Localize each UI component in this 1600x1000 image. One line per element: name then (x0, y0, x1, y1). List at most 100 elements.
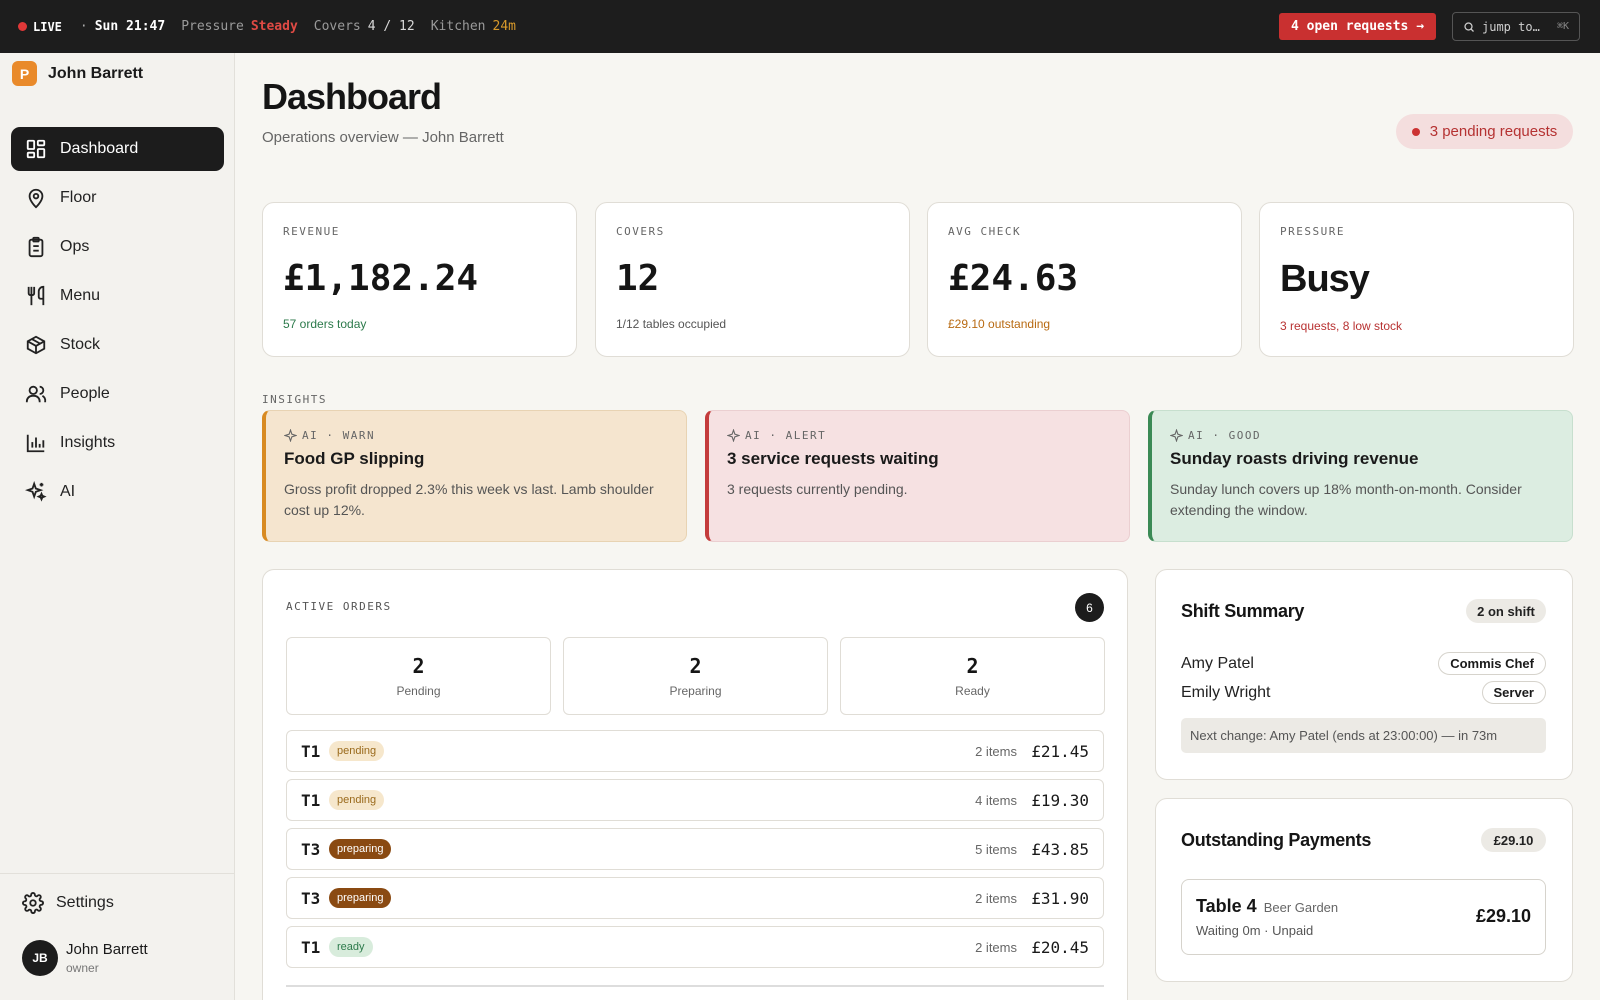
staff-name: Emily Wright (1181, 683, 1271, 701)
sidebar-item-label: People (60, 385, 110, 402)
order-total: £19.30 (1031, 790, 1089, 810)
insight-title: Food GP slipping (284, 449, 425, 468)
stat-preparing[interactable]: 2 Preparing (563, 637, 828, 715)
payments-total-badge: £29.10 (1481, 828, 1546, 852)
live-indicator: LIVE (18, 20, 62, 34)
user-profile[interactable]: JB John Barrett owner (22, 940, 148, 976)
kitchen-time: 24m (492, 19, 516, 34)
sidebar-item-ai[interactable]: AI (11, 470, 224, 514)
order-row[interactable]: T1 ready 2 items £20.45 (286, 926, 1104, 968)
stat-pending[interactable]: 2 Pending (286, 637, 551, 715)
payment-area: Beer Garden (1263, 900, 1339, 915)
status-badge: pending (329, 741, 385, 761)
box-icon (26, 335, 46, 355)
stat-label: Pending (396, 684, 441, 698)
insight-body: Sunday lunch covers up 18% month-on-mont… (1170, 481, 1522, 518)
sparkle-icon (727, 429, 740, 442)
brand[interactable]: P John Barrett (12, 61, 143, 86)
insight-card-alert[interactable]: AI · ALERT 3 service requests waiting 3 … (705, 410, 1130, 542)
kpi-value: Busy (1280, 258, 1370, 300)
settings-link[interactable]: Settings (22, 892, 114, 914)
stat-number: 2 (412, 654, 425, 678)
sidebar-item-stock[interactable]: Stock (11, 323, 224, 367)
insights-heading: INSIGHTS (262, 393, 327, 406)
order-items: 2 items (975, 743, 1017, 759)
insight-card-good[interactable]: AI · GOOD Sunday roasts driving revenue … (1148, 410, 1573, 542)
kpi-value: £1,182.24 (283, 258, 479, 299)
status-badge: preparing (329, 839, 392, 859)
sidebar-item-label: Floor (60, 189, 97, 206)
sparkles-icon (25, 481, 47, 502)
sidebar-item-ops[interactable]: Ops (11, 225, 224, 269)
sidebar-item-label: Ops (60, 238, 90, 255)
clipboard-icon (28, 236, 44, 258)
utensils-icon (27, 285, 45, 306)
order-items: 2 items (975, 939, 1017, 955)
stat-number: 2 (689, 654, 702, 678)
kpi-subtext: 3 requests, 8 low stock (1280, 319, 1403, 333)
order-total: £31.90 (1031, 888, 1089, 908)
sidebar-item-people[interactable]: People (11, 372, 224, 416)
status-badge: ready (329, 937, 373, 957)
order-items: 2 items (975, 890, 1017, 906)
payment-item[interactable]: Table 4 Beer Garden Waiting 0m · Unpaid £… (1181, 879, 1546, 955)
jump-to-search[interactable]: jump to… ⌘K (1452, 12, 1580, 41)
stat-label: Preparing (669, 684, 722, 698)
order-table: T3 (301, 888, 321, 908)
order-table: T1 (301, 741, 321, 761)
sidebar: P John Barrett Dashboard Floor Ops Menu … (0, 53, 235, 1000)
stat-ready[interactable]: 2 Ready (840, 637, 1105, 715)
sidebar-item-label: Insights (60, 434, 116, 451)
insight-tag: AI · ALERT (727, 429, 1111, 442)
order-row[interactable]: T1 pending 2 items £21.45 (286, 730, 1104, 772)
payments-title: Outstanding Payments (1181, 830, 1372, 850)
jump-placeholder: jump to… (1482, 19, 1540, 34)
kpi-pressure: PRESSURE Busy 3 requests, 8 low stock (1259, 202, 1574, 357)
bar-chart-icon (26, 434, 45, 453)
insight-title: 3 service requests waiting (727, 449, 939, 468)
sidebar-item-menu[interactable]: Menu (11, 274, 224, 318)
sidebar-nav: Dashboard Floor Ops Menu Stock People In… (11, 127, 224, 519)
sidebar-item-insights[interactable]: Insights (11, 421, 224, 465)
avatar: JB (22, 940, 58, 976)
sparkle-icon (284, 429, 297, 442)
orders-count-badge: 6 (1075, 593, 1104, 622)
pending-requests-label: 3 pending requests (1429, 123, 1558, 140)
role-badge: Server (1481, 681, 1546, 704)
kpi-subtext: £29.10 outstanding (948, 317, 1051, 331)
current-time: Sun 21:47 (94, 19, 166, 34)
pressure-value: Steady (250, 19, 298, 34)
sparkle-icon (1170, 429, 1183, 442)
on-shift-badge: 2 on shift (1466, 599, 1546, 623)
user-role: owner (66, 961, 99, 975)
sidebar-item-label: Dashboard (60, 140, 139, 157)
kpi-subtext: 57 orders today (283, 317, 367, 331)
staff-row[interactable]: Emily Wright Server (1181, 681, 1546, 704)
order-row[interactable]: T1 pending 4 items £19.30 (286, 779, 1104, 821)
kitchen-label: Kitchen (430, 19, 486, 34)
pending-requests-pill[interactable]: 3 pending requests (1396, 114, 1573, 149)
sidebar-item-dashboard[interactable]: Dashboard (11, 127, 224, 171)
insight-body: 3 requests currently pending. (727, 481, 908, 497)
insight-title: Sunday roasts driving revenue (1170, 449, 1419, 468)
kpi-label: AVG CHECK (948, 225, 1022, 238)
insight-card-warn[interactable]: AI · WARN Food GP slipping Gross profit … (262, 410, 687, 542)
shift-title: Shift Summary (1181, 601, 1305, 621)
gear-icon (22, 892, 44, 914)
kpi-revenue: REVENUE £1,182.24 57 orders today (262, 202, 577, 357)
user-name: John Barrett (66, 941, 148, 958)
order-row[interactable]: T3 preparing 2 items £31.90 (286, 877, 1104, 919)
order-total: £21.45 (1031, 741, 1089, 761)
order-row[interactable]: T3 preparing 5 items £43.85 (286, 828, 1104, 870)
sidebar-item-floor[interactable]: Floor (11, 176, 224, 220)
outstanding-payments-card: Outstanding Payments £29.10 Table 4 Beer … (1155, 798, 1573, 982)
staff-row[interactable]: Amy Patel Commis Chef (1181, 652, 1546, 675)
alert-dot-icon (1411, 127, 1420, 136)
status-badge: preparing (329, 888, 392, 908)
sidebar-footer: Settings JB John Barrett owner (0, 873, 235, 976)
top-status-bar: LIVE · Sun 21:47 Pressure Steady Covers … (0, 0, 1600, 53)
insight-tag-label: AI · WARN (302, 429, 376, 442)
separator: · (79, 19, 88, 34)
covers-value: 4 / 12 (367, 19, 415, 34)
open-requests-button[interactable]: 4 open requests → (1279, 13, 1436, 40)
